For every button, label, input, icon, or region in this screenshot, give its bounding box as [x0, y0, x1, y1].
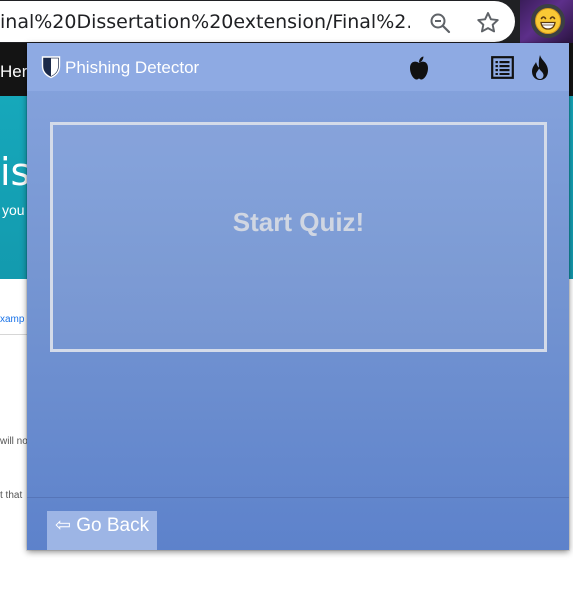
site-body-text: t that	[0, 490, 23, 501]
grinning-emoji-icon[interactable]	[531, 4, 565, 38]
site-body-text: will no	[0, 436, 28, 447]
site-hero-subtext: you	[2, 202, 25, 218]
url-text[interactable]: inal%20Dissertation%20extension/Final%2.…	[0, 11, 410, 35]
bookmark-star-icon[interactable]	[475, 10, 501, 36]
extension-popup: Phishing Detector Start Quiz! ⇦ Go Back	[27, 43, 569, 550]
start-quiz-label: Start Quiz!	[232, 207, 365, 237]
popup-title: Phishing Detector	[65, 58, 200, 77]
popup-header: Phishing Detector	[27, 43, 569, 91]
footer-divider	[27, 497, 569, 498]
zoom-out-icon[interactable]	[428, 11, 452, 35]
site-link[interactable]: xamp	[0, 314, 24, 325]
address-bar[interactable]: inal%20Dissertation%20extension/Final%2.…	[0, 1, 515, 42]
list-icon[interactable]	[491, 56, 514, 79]
go-back-label: ⇦ Go Back	[55, 515, 150, 536]
shield-icon	[41, 56, 61, 79]
browser-toolbar: inal%20Dissertation%20extension/Final%2.…	[0, 0, 573, 43]
fire-icon[interactable]	[528, 54, 552, 81]
start-quiz-button[interactable]: Start Quiz!	[50, 122, 547, 352]
site-hero-heading: is	[0, 150, 31, 194]
apple-icon[interactable]	[408, 55, 430, 81]
go-back-button[interactable]: ⇦ Go Back	[47, 511, 157, 550]
